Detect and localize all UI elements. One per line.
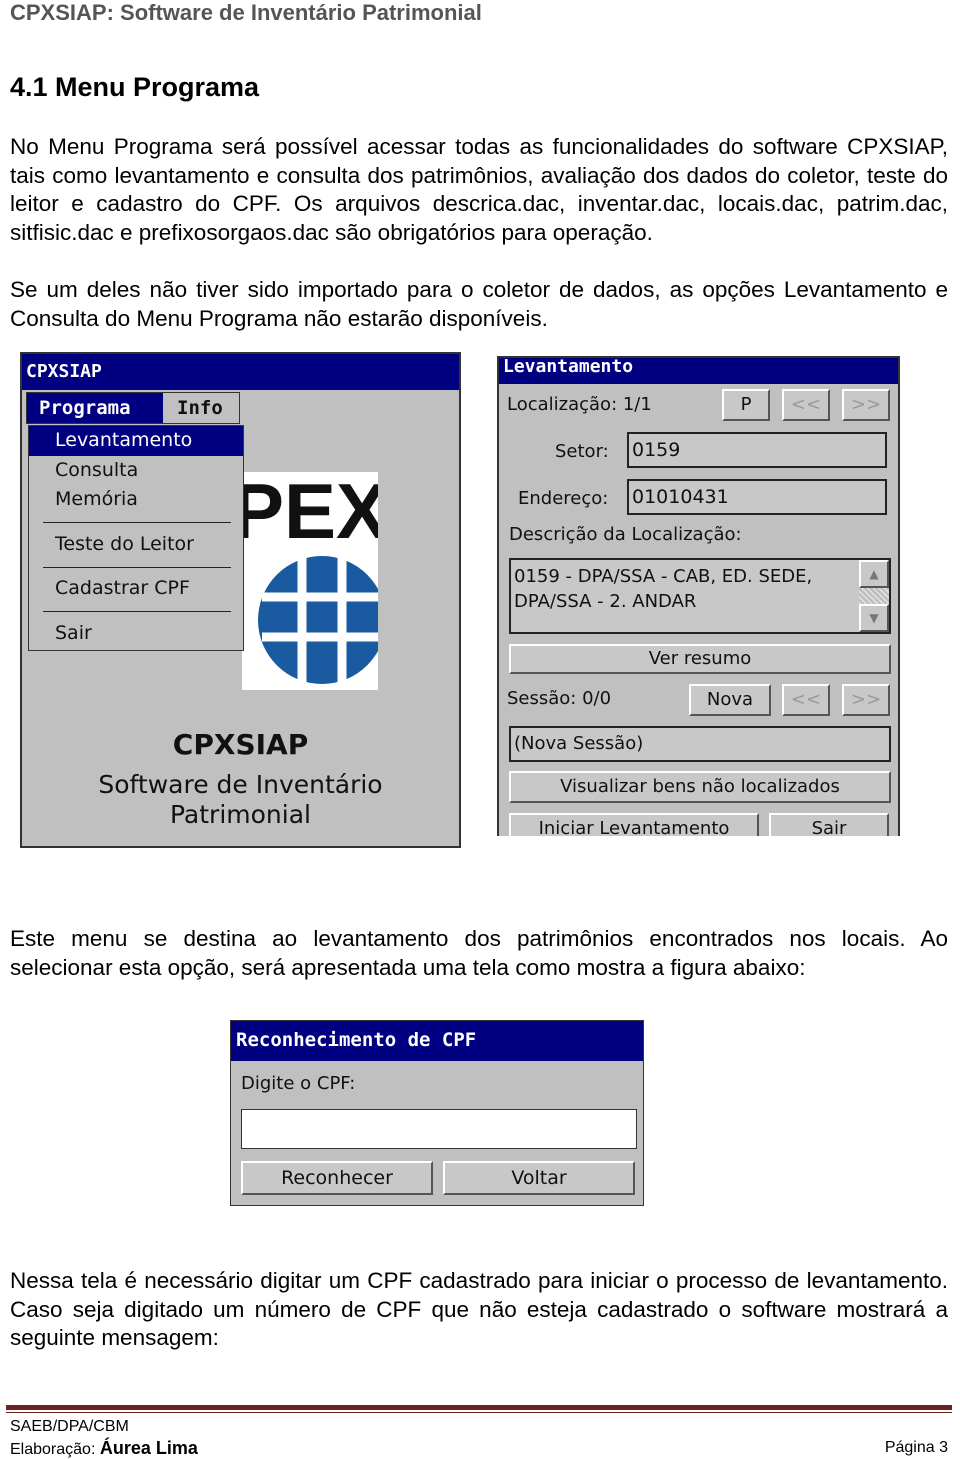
sessao-label: Sessão: 0/0 bbox=[507, 688, 612, 709]
scrollbar[interactable]: ▲ ▼ bbox=[859, 560, 889, 632]
loc-next-button[interactable]: >> bbox=[842, 389, 890, 421]
endereco-input[interactable]: 01010431 bbox=[627, 479, 887, 515]
footer-author: Elaboração: Áurea Lima bbox=[10, 1438, 198, 1459]
localizacao-label: Localização: 1/1 bbox=[507, 394, 652, 415]
ver-resumo-button[interactable]: Ver resumo bbox=[509, 644, 891, 674]
descricao-label: Descrição da Localização: bbox=[509, 524, 742, 545]
footer-org: SAEB/DPA/CBM bbox=[10, 1418, 129, 1435]
loc-prev-button[interactable]: << bbox=[782, 389, 830, 421]
menu-item-consulta[interactable]: Consulta bbox=[55, 459, 138, 481]
page-number: Página 3 bbox=[884, 1439, 948, 1456]
nova-button[interactable]: Nova bbox=[689, 684, 771, 716]
p-button[interactable]: P bbox=[722, 389, 770, 421]
globe-icon bbox=[258, 556, 378, 688]
menu-item-memoria[interactable]: Memória bbox=[55, 488, 138, 510]
sessao-next-button[interactable]: >> bbox=[842, 684, 890, 716]
setor-input[interactable]: 0159 bbox=[627, 432, 887, 468]
cpex-logo: PEX bbox=[242, 472, 378, 690]
app-subtitle-2: Patrimonial bbox=[169, 800, 311, 829]
author-label: Elaboração: bbox=[10, 1441, 100, 1458]
sessao-field[interactable]: (Nova Sessão) bbox=[509, 726, 891, 762]
section-title: 4.1 Menu Programa bbox=[10, 72, 260, 102]
main-window-titlebar: CPXSIAP bbox=[22, 354, 459, 390]
menubar: Programa Info bbox=[26, 392, 240, 424]
menu-separator bbox=[43, 522, 231, 523]
menu-programa[interactable]: Programa bbox=[27, 393, 163, 423]
menu-item-cadastrar-cpf[interactable]: Cadastrar CPF bbox=[55, 577, 190, 599]
app-name: CPXSIAP bbox=[172, 728, 309, 761]
paragraph-levantamento: Este menu se destina ao levantamento dos… bbox=[10, 926, 948, 980]
menu-separator bbox=[43, 611, 231, 612]
endereco-label: Endereço: bbox=[518, 488, 609, 509]
visualizar-button[interactable]: Visualizar bens não localizados bbox=[509, 771, 891, 803]
cpf-label: Digite o CPF: bbox=[241, 1073, 356, 1094]
sair-button[interactable]: Sair bbox=[769, 813, 889, 836]
scroll-down-icon[interactable]: ▼ bbox=[859, 604, 889, 632]
scroll-up-icon[interactable]: ▲ bbox=[859, 560, 889, 588]
document-header: CPXSIAP: Software de Inventário Patrimon… bbox=[10, 0, 482, 25]
cpf-dialog-titlebar: Reconhecimento de CPF bbox=[231, 1021, 643, 1061]
menu-item-sair[interactable]: Sair bbox=[55, 622, 92, 644]
levantamento-screenshot: Levantamento Localização: 1/1 P << >> Se… bbox=[497, 356, 900, 836]
app-subtitle-1: Software de Inventário bbox=[98, 770, 383, 799]
descricao-textarea[interactable]: 0159 - DPA/SSA - CAB, ED. SEDE, DPA/SSA … bbox=[509, 558, 891, 634]
main-window-screenshot: CPXSIAP Programa Info PEX Levantamento C… bbox=[20, 352, 461, 848]
menu-separator bbox=[43, 567, 231, 568]
programa-dropdown: Levantamento Consulta Memória Teste do L… bbox=[28, 425, 244, 651]
author-name: Áurea Lima bbox=[99, 1438, 198, 1458]
cpf-dialog-screenshot: Reconhecimento de CPF Digite o CPF: Reco… bbox=[230, 1020, 644, 1206]
sessao-prev-button[interactable]: << bbox=[782, 684, 830, 716]
footer-rule-thin bbox=[6, 1412, 952, 1413]
menu-item-levantamento[interactable]: Levantamento bbox=[55, 429, 192, 451]
descricao-line-1: 0159 - DPA/SSA - CAB, ED. SEDE, bbox=[514, 566, 813, 587]
voltar-button[interactable]: Voltar bbox=[443, 1161, 635, 1195]
reconhecer-button[interactable]: Reconhecer bbox=[241, 1161, 433, 1195]
paragraph-intro: No Menu Programa será possível acessar t… bbox=[10, 134, 948, 245]
paragraph-cpf: Nessa tela é necessário digitar um CPF c… bbox=[10, 1268, 948, 1351]
levantamento-titlebar: Levantamento bbox=[499, 358, 898, 384]
descricao-line-2: DPA/SSA - 2. ANDAR bbox=[514, 591, 697, 612]
cpf-input[interactable] bbox=[241, 1109, 637, 1149]
menu-item-teste-leitor[interactable]: Teste do Leitor bbox=[55, 533, 194, 555]
setor-label: Setor: bbox=[555, 441, 609, 462]
iniciar-levantamento-button[interactable]: Iniciar Levantamento bbox=[509, 813, 759, 836]
paragraph-requirement: Se um deles não tiver sido importado par… bbox=[10, 277, 948, 331]
menu-info[interactable]: Info bbox=[177, 397, 223, 419]
footer-rule bbox=[6, 1405, 952, 1410]
